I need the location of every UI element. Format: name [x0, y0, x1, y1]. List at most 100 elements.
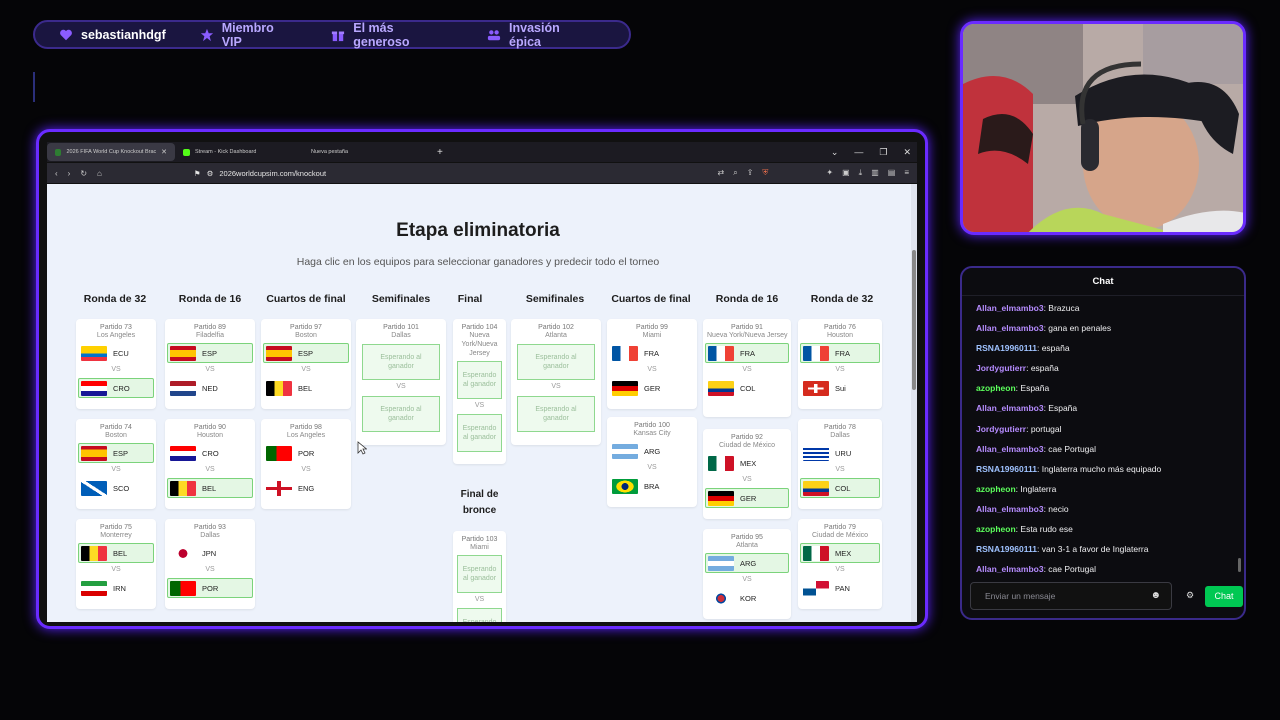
team-option[interactable]: COL	[705, 378, 789, 398]
restore-icon[interactable]: ❐	[879, 147, 887, 158]
gift-icon	[332, 31, 345, 41]
chat-username[interactable]: Jordygutierr	[976, 424, 1026, 434]
url-text[interactable]: 2026worldcupsim.com/knockout	[219, 169, 326, 178]
tab-new[interactable]: Nueva pestaña	[303, 143, 431, 161]
menu-icon[interactable]: ≡	[904, 168, 909, 178]
scrollbar-thumb[interactable]	[912, 250, 916, 390]
chat-username[interactable]: Allan_elmambo3	[976, 564, 1044, 574]
pending-slot[interactable]: Esperando al ganador	[457, 555, 502, 593]
close-window-icon[interactable]: ✕	[903, 147, 911, 158]
close-icon[interactable]: ✕	[161, 148, 167, 156]
screenshot-icon[interactable]: ▣	[842, 168, 850, 178]
chat-username[interactable]: Jordygutierr	[976, 363, 1026, 373]
tab-kick[interactable]: Stream - Kick Dashboard	[175, 143, 303, 161]
new-tab-icon[interactable]: +	[437, 147, 443, 158]
chat-send-button[interactable]: Chat	[1205, 586, 1243, 607]
chat-username[interactable]: azopheon	[976, 524, 1016, 534]
team-option[interactable]: CRO	[167, 443, 253, 463]
chat-username[interactable]: RSNA19960111	[976, 544, 1037, 554]
team-code: ARG	[740, 558, 757, 568]
chat-username[interactable]: Allan_elmambo3	[976, 403, 1044, 413]
extensions-icon[interactable]: ✦	[826, 168, 833, 178]
pending-slot[interactable]: Esperando al ganador	[517, 344, 595, 380]
reload-icon[interactable]: ↻	[80, 169, 87, 178]
team-option[interactable]: BEL	[263, 378, 349, 398]
team-option[interactable]: ECU	[78, 343, 154, 363]
chat-input[interactable]: Enviar un mensaje ☻	[970, 582, 1172, 610]
download-icon[interactable]: ⤓	[859, 168, 863, 178]
team-option[interactable]: BRA	[609, 476, 695, 496]
bronze-final-title: Final de bronce	[460, 489, 499, 516]
chat-username[interactable]: Allan_elmambo3	[976, 323, 1044, 333]
chat-message: azopheon: Esta rudo ese	[976, 524, 1073, 535]
pending-slot[interactable]: Esperando al ganador	[517, 396, 595, 432]
gear-icon[interactable]: ⚙	[1186, 590, 1194, 601]
team-option[interactable]: FRA	[609, 343, 695, 363]
translate-icon[interactable]: ⇄	[718, 168, 725, 178]
team-option[interactable]: BEL	[78, 543, 154, 563]
team-option[interactable]: ESP	[167, 343, 253, 363]
team-option[interactable]: COL	[800, 478, 880, 498]
match-card: Partido 104 Nueva York/Nueva Jersey Espe…	[453, 319, 506, 464]
match-id: Partido 75	[100, 524, 132, 531]
match-card: Partido 74 Boston ESP VS SCO	[76, 419, 156, 509]
pending-slot[interactable]: Esperando al ganador	[457, 361, 502, 399]
team-option[interactable]: ESP	[78, 443, 154, 463]
chat-username[interactable]: Allan_elmambo3	[976, 504, 1044, 514]
match-city: Los Angeles	[286, 432, 326, 439]
team-option[interactable]: BEL	[167, 478, 253, 498]
team-option[interactable]: FRA	[705, 343, 789, 363]
chat-username[interactable]: Allan_elmambo3	[976, 303, 1044, 313]
team-option[interactable]: Sui	[800, 378, 880, 398]
team-option[interactable]: NED	[167, 378, 253, 398]
match-card: Partido 89 Filadelfia ESP VS NED	[165, 319, 255, 409]
team-option[interactable]: MEX	[705, 453, 789, 473]
team-option[interactable]: URU	[800, 443, 880, 463]
team-option[interactable]: ARG	[705, 553, 789, 573]
team-option[interactable]: PAN	[800, 578, 880, 598]
chat-username[interactable]: azopheon	[976, 484, 1016, 494]
chevron-down-icon[interactable]: ⌄	[831, 147, 839, 158]
team-option[interactable]: GER	[609, 378, 695, 398]
team-option[interactable]: GER	[705, 488, 789, 508]
alert-label: El más generoso	[353, 20, 410, 49]
address-bar[interactable]: ⚑ ⚙ 2026worldcupsim.com/knockout	[194, 169, 326, 178]
alert-label: Invasión épica	[509, 20, 560, 49]
pending-slot[interactable]: Esperando al ganador	[457, 608, 502, 622]
chat-username[interactable]: RSNA19960111	[976, 464, 1037, 474]
pending-slot[interactable]: Esperando al ganador	[457, 414, 502, 452]
wallet-icon[interactable]: ▤	[888, 168, 896, 178]
zoom-icon[interactable]: ⌕	[733, 168, 737, 178]
scrollbar[interactable]	[911, 184, 917, 622]
team-option[interactable]: SCO	[78, 478, 154, 498]
site-info-icon[interactable]: ⚙	[207, 169, 214, 178]
emoji-icon[interactable]: ☻	[1150, 583, 1161, 609]
bookmark-icon[interactable]: ⚑	[194, 169, 201, 178]
home-icon[interactable]: ⌂	[97, 169, 102, 178]
sidebar-icon[interactable]: ▥	[871, 168, 879, 178]
share-icon[interactable]: ⇪	[747, 168, 754, 178]
chat-username[interactable]: azopheon	[976, 383, 1016, 393]
team-option[interactable]: ENG	[263, 478, 349, 498]
forward-icon[interactable]: ›	[68, 169, 71, 178]
team-option[interactable]: POR	[167, 578, 253, 598]
pending-slot[interactable]: Esperando al ganador	[362, 396, 440, 432]
pending-slot[interactable]: Esperando al ganador	[362, 344, 440, 380]
shield-icon[interactable]: ⛨	[762, 168, 768, 178]
tab-knockout[interactable]: 2026 FIFA World Cup Knockout Bracket ✕	[47, 143, 175, 161]
team-option[interactable]: ESP	[263, 343, 349, 363]
team-option[interactable]: IRN	[78, 578, 154, 598]
team-option[interactable]: ARG	[609, 441, 695, 461]
team-option[interactable]: MEX	[800, 543, 880, 563]
team-option[interactable]: JPN	[167, 543, 253, 563]
team-option[interactable]: CRO	[78, 378, 154, 398]
minimize-icon[interactable]: —	[854, 147, 863, 158]
chat-username[interactable]: Allan_elmambo3	[976, 444, 1044, 454]
team-option[interactable]: KOR	[705, 588, 789, 608]
team-option[interactable]: FRA	[800, 343, 880, 363]
back-icon[interactable]: ‹	[55, 169, 58, 178]
team-option[interactable]: POR	[263, 443, 349, 463]
match-city: Boston	[295, 332, 317, 339]
chat-username[interactable]: RSNA19960111	[976, 343, 1037, 353]
chat-scrollbar-thumb[interactable]	[1238, 558, 1241, 572]
